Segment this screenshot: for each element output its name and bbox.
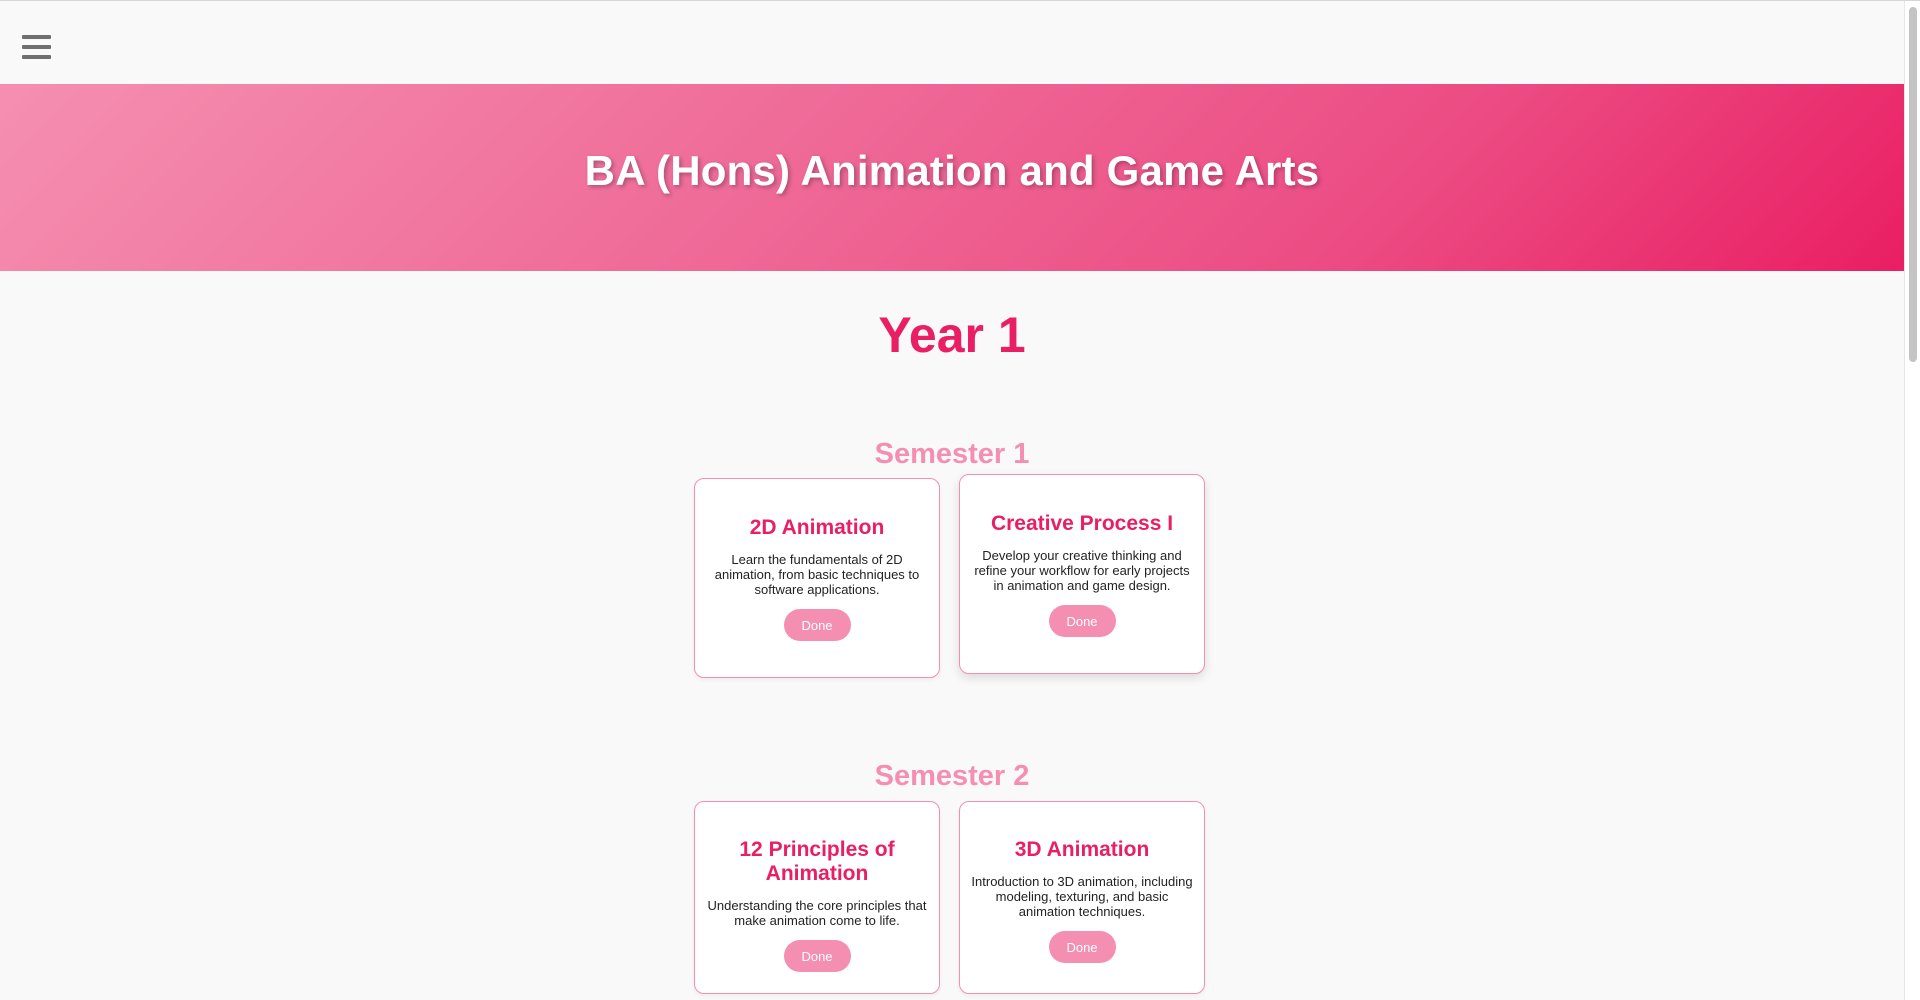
module-description: Develop your creative thinking and refin…: [974, 548, 1190, 593]
top-bar: [0, 1, 1904, 84]
module-title: 12 Principles of Animation: [739, 838, 895, 885]
module-description: Understanding the core principles that m…: [707, 898, 927, 928]
year-title: Year 1: [878, 307, 1026, 363]
done-button[interactable]: Done: [783, 940, 851, 972]
module-title: 2D Animation: [749, 516, 885, 539]
module-card-creative-process-i: Creative Process I Develop your creative…: [959, 474, 1205, 674]
done-button[interactable]: Done: [1048, 605, 1116, 637]
module-title: 3D Animation: [1014, 838, 1150, 861]
module-description: Learn the fundamentals of 2D animation, …: [714, 552, 920, 597]
module-card-12-principles-of-animation: 12 Principles of Animation Understanding…: [694, 801, 940, 994]
menu-bar-bottom: [22, 55, 51, 59]
semester-1-title: Semester 1: [874, 438, 1030, 470]
viewport: BA (Hons) Animation and Game Arts Year 1…: [0, 1, 1904, 1000]
done-button[interactable]: Done: [783, 609, 851, 641]
module-card-3d-animation: 3D Animation Introduction to 3D animatio…: [959, 801, 1205, 994]
scrollbar-thumb[interactable]: [1909, 7, 1917, 362]
page-title: BA (Hons) Animation and Game Arts: [584, 146, 1320, 194]
module-description: Introduction to 3D animation, including …: [971, 874, 1193, 919]
hero-banner: BA (Hons) Animation and Game Arts: [0, 84, 1904, 271]
semester-2-title: Semester 2: [874, 760, 1030, 792]
done-button[interactable]: Done: [1048, 931, 1116, 963]
menu-bar-middle: [22, 45, 51, 49]
vertical-scrollbar[interactable]: [1904, 1, 1920, 1000]
module-card-2d-animation: 2D Animation Learn the fundamentals of 2…: [694, 478, 940, 678]
menu-bar-top: [22, 35, 51, 39]
hamburger-menu-icon[interactable]: [22, 35, 51, 59]
module-title: Creative Process I: [990, 512, 1174, 535]
page: BA (Hons) Animation and Game Arts Year 1…: [0, 0, 1920, 1000]
